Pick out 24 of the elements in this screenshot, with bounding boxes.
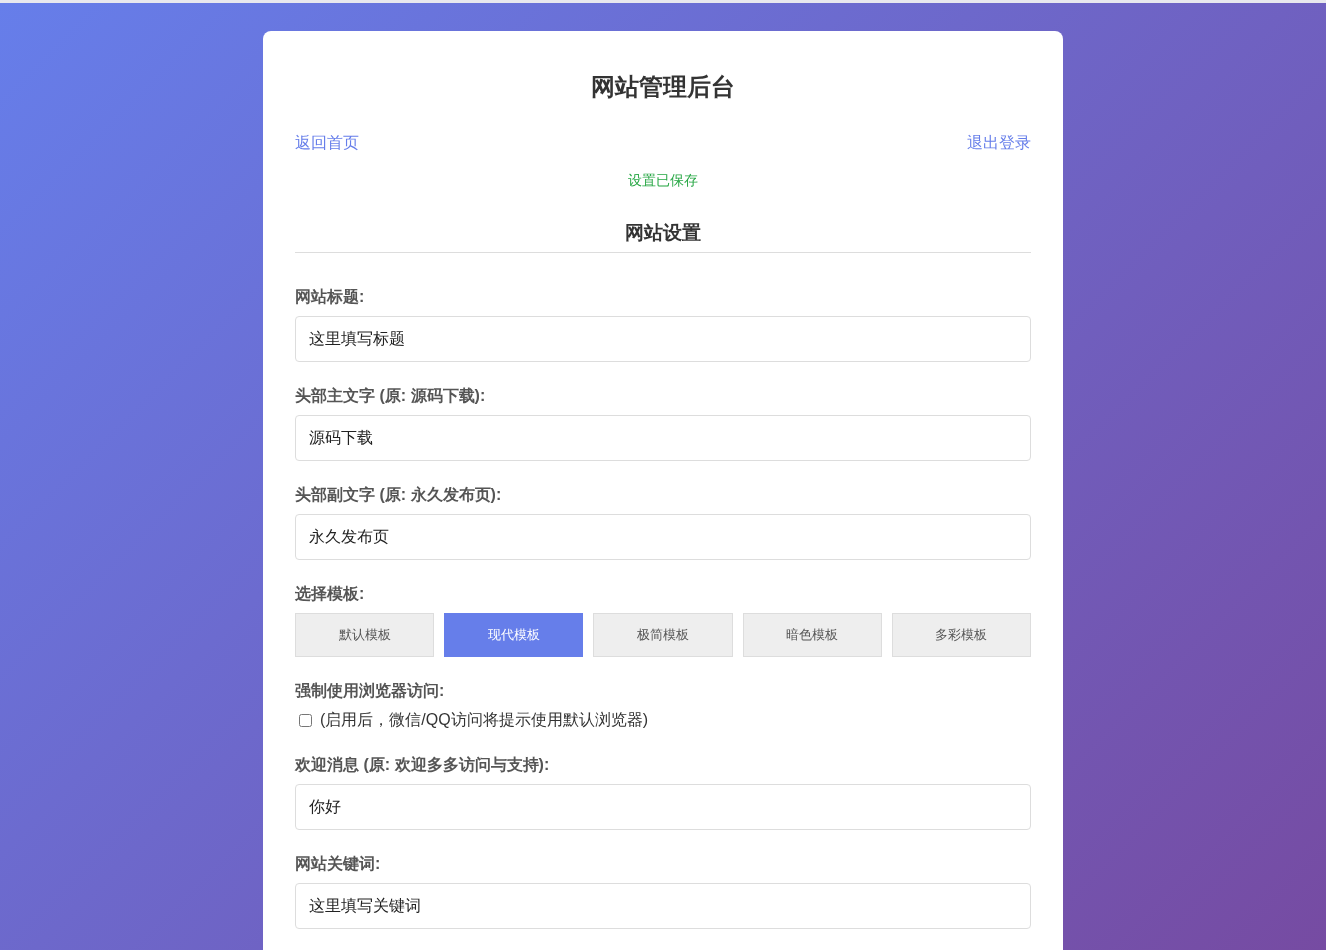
input-field[interactable]: 这里填写标题 — [295, 316, 1031, 362]
checkbox-hint: (启用后，微信/QQ访问将提示使用默认浏览器) — [320, 710, 648, 730]
field-label: 选择模板: — [295, 584, 366, 604]
template-button[interactable]: 默认模板 — [295, 613, 435, 657]
status-message: 设置已保存 — [627, 172, 699, 190]
template-button[interactable]: 极简模板 — [593, 613, 733, 657]
logout-link[interactable]: 退出登录 — [967, 133, 1031, 154]
field-label: 头部副文字 (原: 永久发布页): — [295, 485, 503, 505]
field-label: 强制使用浏览器访问: — [295, 681, 446, 701]
template-button[interactable]: 多彩模板 — [891, 613, 1031, 657]
field-label: 网站关键词: — [295, 854, 382, 874]
input-field[interactable]: 永久发布页 — [295, 514, 1031, 560]
template-button[interactable]: 暗色模板 — [742, 613, 882, 657]
field-label: 网站标题: — [295, 287, 366, 307]
input-field[interactable]: 源码下载 — [295, 415, 1031, 461]
checkbox[interactable] — [299, 714, 312, 727]
field-label: 欢迎消息 (原: 欢迎多多访问与支持): — [295, 755, 551, 775]
input-field[interactable]: 这里填写关键词 — [295, 883, 1031, 929]
page-title: 网站管理后台 — [590, 72, 736, 102]
section-title: 网站设置 — [295, 220, 1031, 253]
field-label: 头部主文字 (原: 源码下载): — [295, 386, 487, 406]
template-button[interactable]: 现代模板 — [444, 613, 584, 657]
home-link[interactable]: 返回首页 — [295, 133, 359, 154]
input-field[interactable]: 你好 — [295, 784, 1031, 830]
